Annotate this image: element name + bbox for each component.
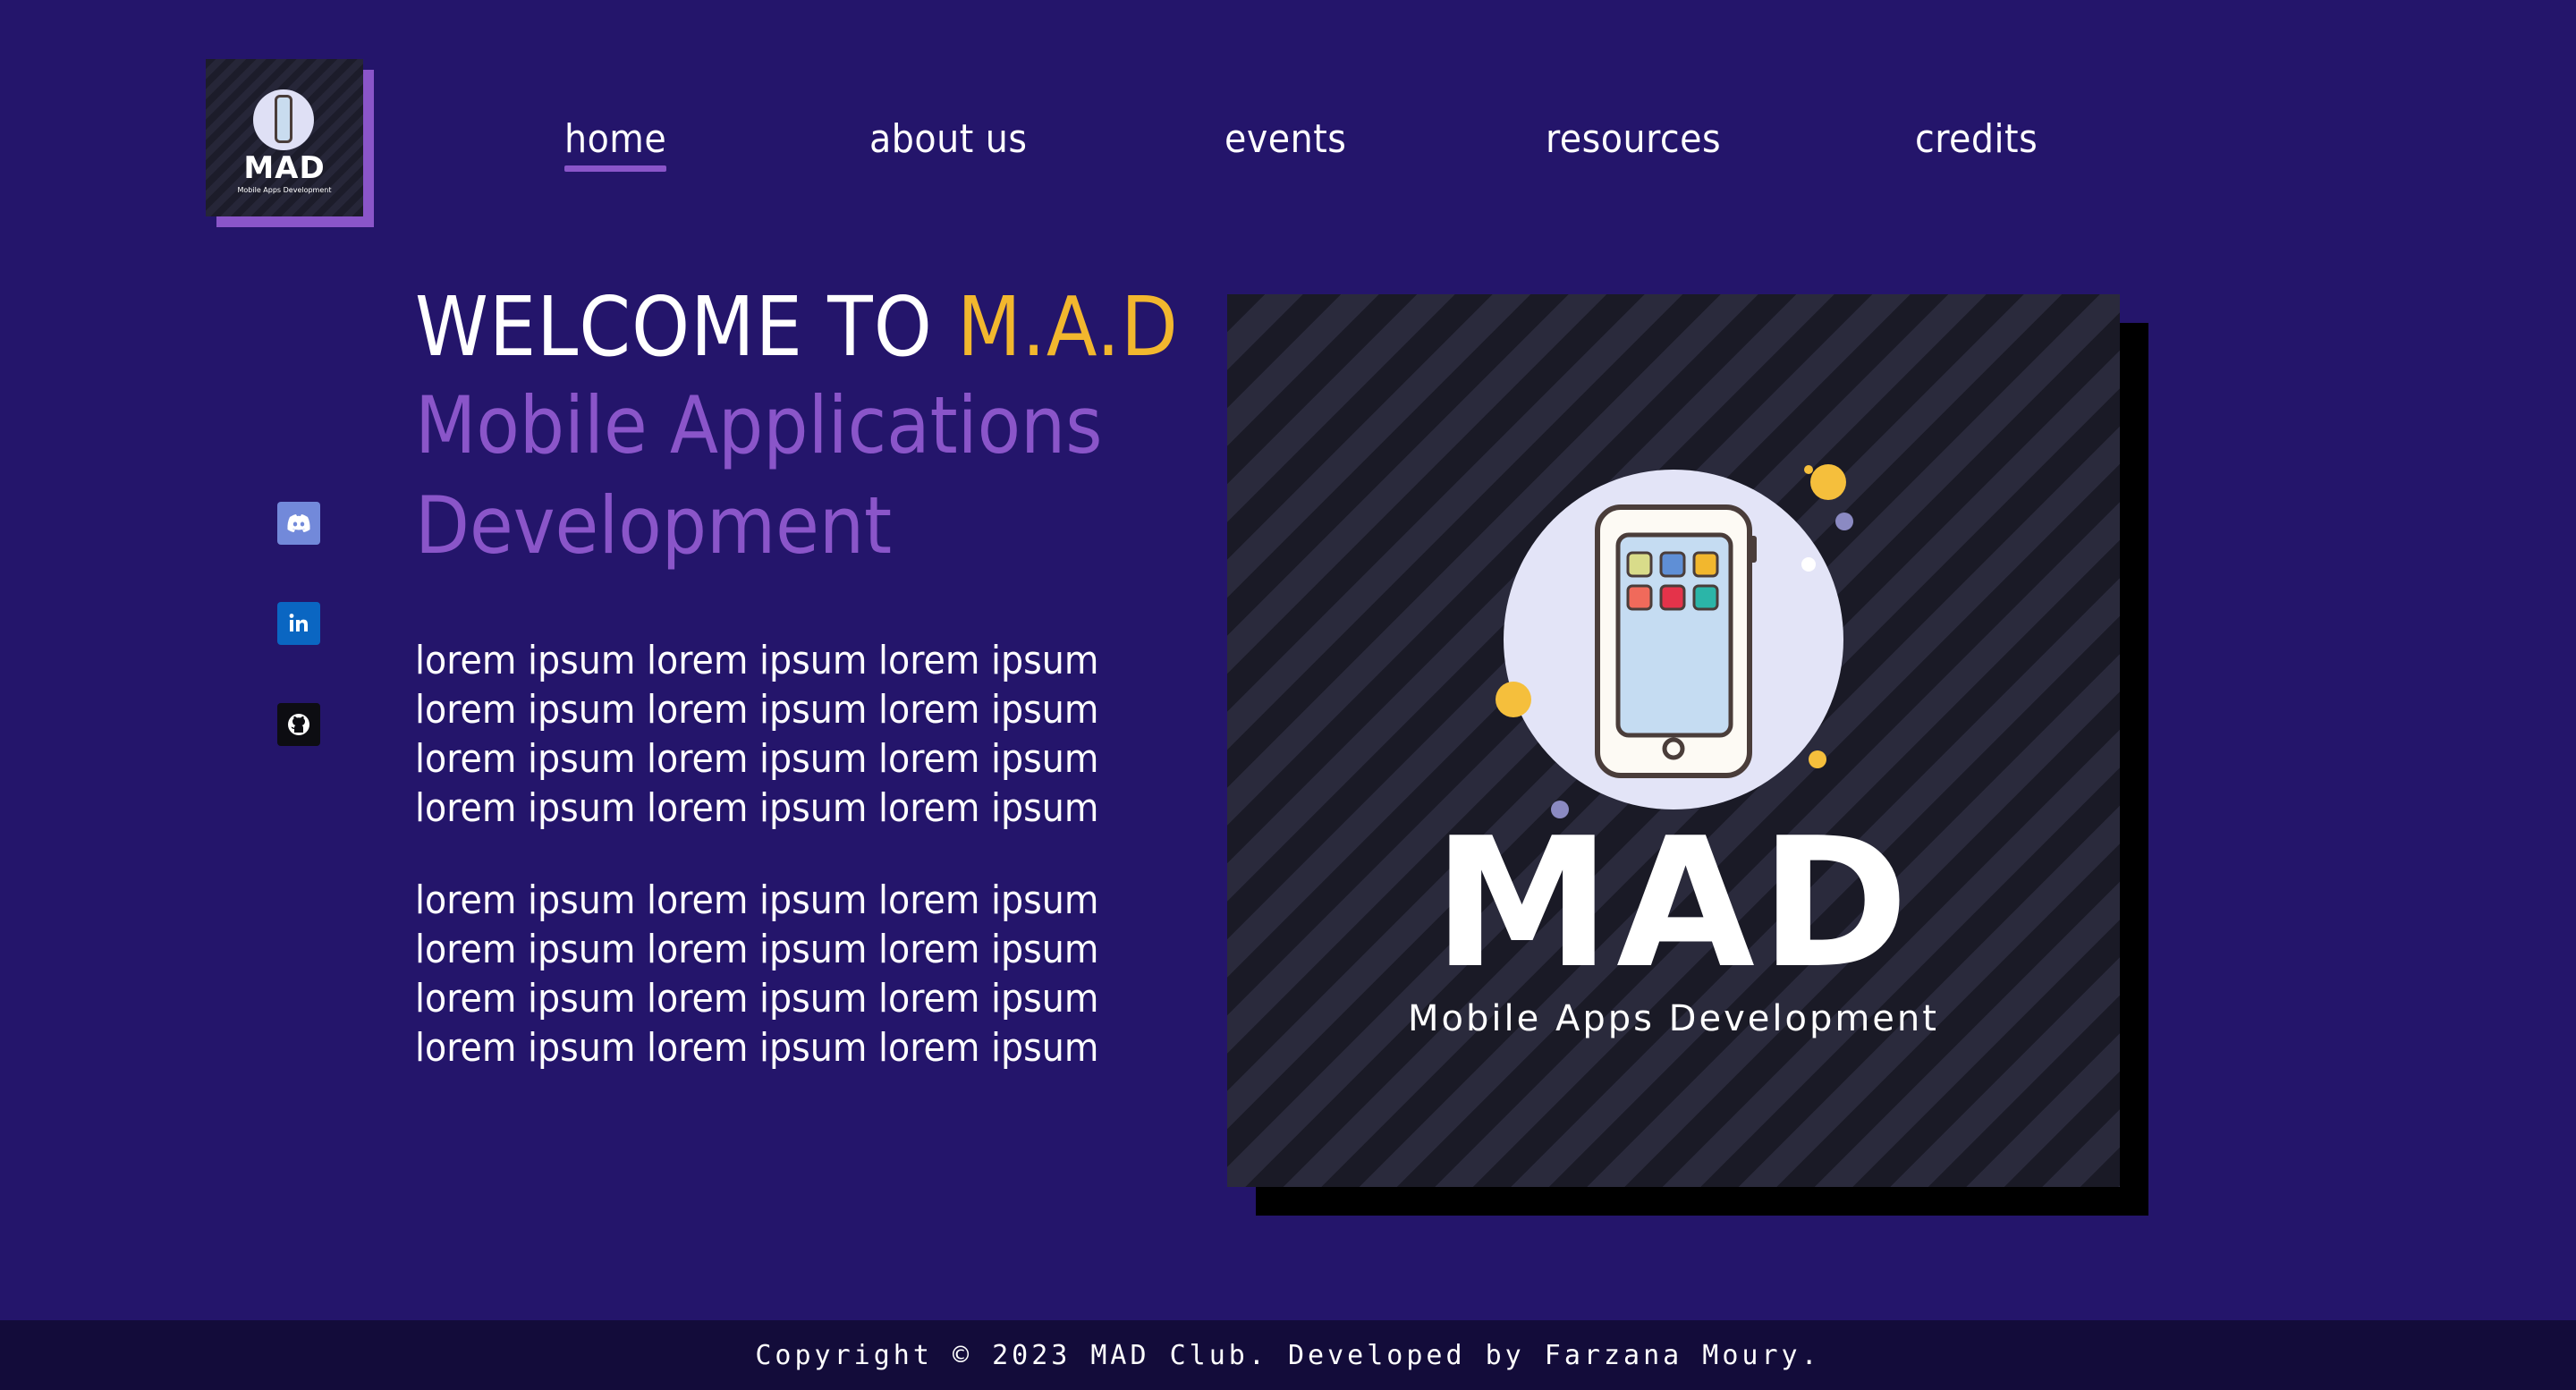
footer: Copyright © 2023 MAD Club. Developed by … — [0, 1320, 2576, 1390]
nav-about-us[interactable]: about us — [869, 113, 1028, 166]
hero-image-subtitle: Mobile Apps Development — [1408, 998, 1939, 1039]
welcome-heading: WELCOME TO M.A.D — [415, 279, 1178, 376]
welcome-prefix: WELCOME TO — [415, 279, 958, 375]
linkedin-link[interactable] — [277, 602, 320, 645]
github-link[interactable] — [277, 703, 320, 746]
main-nav: home about us events resources credits — [0, 113, 2576, 175]
hero-image-title: MAD — [1433, 800, 1914, 1008]
logo-subtitle: Mobile Apps Development — [237, 186, 332, 194]
hero-text: WELCOME TO M.A.D Mobile Applications Dev… — [415, 279, 1178, 576]
discord-icon — [287, 514, 310, 532]
linkedin-icon — [289, 614, 308, 631]
nav-credits[interactable]: credits — [1915, 113, 2038, 166]
hero-subtitle-line2: Development — [415, 479, 893, 572]
nav-events[interactable]: events — [1224, 113, 1346, 166]
nav-resources[interactable]: resources — [1546, 113, 1721, 166]
hero-image: MAD Mobile Apps Development — [1227, 294, 2120, 1187]
welcome-brand: M.A.D — [957, 279, 1179, 375]
hero-paragraph-2: lorem ipsum lorem ipsum lorem ipsum lore… — [415, 877, 1099, 1071]
hero-subtitle-line1: Mobile Applications — [415, 379, 1103, 471]
discord-link[interactable] — [277, 502, 320, 545]
mad-phone-illustration — [1496, 464, 1853, 818]
hero-paragraph-1: lorem ipsum lorem ipsum lorem ipsum lore… — [415, 638, 1099, 831]
nav-home[interactable]: home — [564, 113, 667, 172]
github-icon — [288, 714, 309, 735]
copyright-text: Copyright © 2023 MAD Club. Developed by … — [755, 1339, 1821, 1371]
